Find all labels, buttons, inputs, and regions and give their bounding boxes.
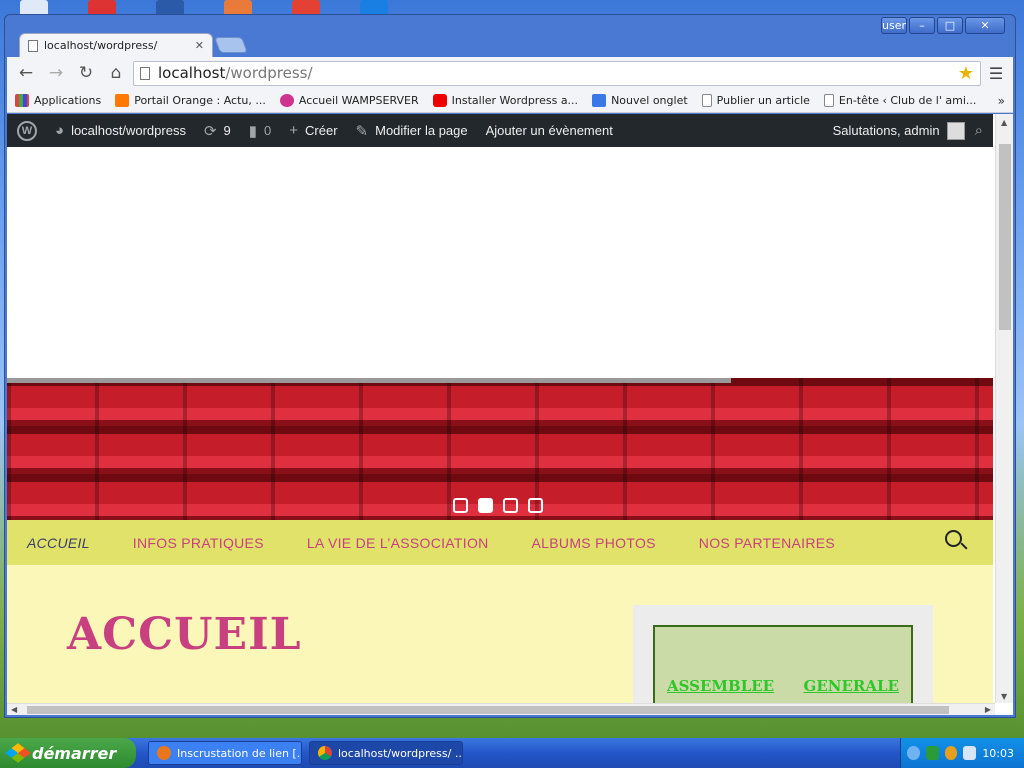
nav-item-partenaires[interactable]: NOS PARTENAIRES xyxy=(699,535,835,551)
nav-item-albums-photos[interactable]: ALBUMS PHOTOS xyxy=(532,535,656,551)
desktop-shortcut-icon[interactable] xyxy=(20,0,48,14)
orange-icon xyxy=(115,94,130,107)
slider-dot-active[interactable] xyxy=(478,498,493,513)
wordpress-logo-icon: W xyxy=(17,120,37,141)
desktop-shortcut-icon[interactable] xyxy=(156,0,184,14)
nav-item-accueil[interactable]: ACCUEIL xyxy=(27,535,90,551)
bookmark-installer-wordpress[interactable]: Installer Wordpress a... xyxy=(432,94,578,107)
apps-grid-icon xyxy=(15,94,29,107)
show-hidden-icons-icon[interactable] xyxy=(907,746,920,760)
dashboard-icon: ◕ xyxy=(55,122,65,139)
tray-app-icon[interactable] xyxy=(944,746,958,760)
slider-dot[interactable] xyxy=(528,498,543,513)
tab-title: localhost/wordpress/ xyxy=(44,39,158,52)
desktop-shortcut-icon[interactable] xyxy=(292,0,320,14)
page-icon xyxy=(28,39,38,52)
taskbar-item-chrome[interactable]: localhost/wordpress/ ... xyxy=(309,741,463,765)
page-content: ACCUEIL ASSEMBLEE GENERALE xyxy=(7,565,993,715)
bookmark-portail-orange[interactable]: Portail Orange : Actu, ... xyxy=(115,94,266,107)
bookmark-wampserver[interactable]: Accueil WAMPSERVER xyxy=(279,94,419,107)
page-title: ACCUEIL xyxy=(67,609,302,660)
nav-item-infos-pratiques[interactable]: INFOS PRATIQUES xyxy=(133,535,264,551)
sidebar-widget: ASSEMBLEE GENERALE xyxy=(653,625,913,715)
menu-icon[interactable]: ☰ xyxy=(985,64,1007,83)
clock[interactable]: 10:03 xyxy=(982,747,1014,760)
network-icon[interactable] xyxy=(963,746,977,760)
vertical-scroll-thumb[interactable] xyxy=(999,144,1011,330)
edit-page-link[interactable]: ✎ Modifier la page xyxy=(356,122,468,140)
new-tab-button[interactable] xyxy=(214,37,248,53)
tray-app-icon[interactable] xyxy=(925,746,939,760)
slider-progress-bar xyxy=(7,378,731,383)
main-navigation: ACCUEIL INFOS PRATIQUES LA VIE DE L’ASSO… xyxy=(7,520,993,565)
scroll-right-arrow-icon[interactable]: ▶ xyxy=(985,705,991,714)
chrome-window: user – □ ✕ localhost/wordpress/ ✕ ← → ↻ … xyxy=(4,14,1016,718)
tab-localhost[interactable]: localhost/wordpress/ ✕ xyxy=(19,33,213,57)
horizontal-scroll-thumb[interactable] xyxy=(27,706,949,714)
bookmarks-bar: Applications Portail Orange : Actu, ... … xyxy=(7,89,1013,113)
wp-admin-bar: W ◕ localhost/wordpress ⟳ 9 ▮ 0 + Créer ✎ Mod… xyxy=(7,114,993,147)
search-icon[interactable]: ⌕ xyxy=(975,122,983,139)
start-button[interactable]: démarrer xyxy=(0,738,136,768)
youtube-icon xyxy=(432,94,447,107)
bookmark-en-tete[interactable]: En-tête ‹ Club de l' ami... xyxy=(823,94,976,107)
home-icon[interactable]: ⌂ xyxy=(103,61,129,85)
windows-taskbar: démarrer Inscrustation de lien [... loca… xyxy=(0,738,1024,768)
create-new-link[interactable]: + Créer xyxy=(289,122,337,139)
bookmark-applications[interactable]: Applications xyxy=(15,94,101,107)
desktop-shortcut-icon[interactable] xyxy=(224,0,252,14)
taskbar-item-firefox[interactable]: Inscrustation de lien [... xyxy=(148,741,302,765)
windows-flag-icon xyxy=(5,743,31,763)
chrome-icon xyxy=(318,746,332,760)
nav-item-vie-association[interactable]: LA VIE DE L’ASSOCIATION xyxy=(307,535,489,551)
page-viewport: W ◕ localhost/wordpress ⟳ 9 ▮ 0 + Créer ✎ Mod… xyxy=(7,114,1013,715)
wp-logo-menu[interactable]: W xyxy=(17,120,37,141)
page-icon xyxy=(701,94,712,107)
desktop-shortcut-icon[interactable] xyxy=(88,0,116,14)
bookmark-nouvel-onglet[interactable]: Nouvel onglet xyxy=(592,94,688,107)
plus-icon: + xyxy=(289,122,299,139)
widget-title-link[interactable]: ASSEMBLEE GENERALE xyxy=(667,677,899,695)
firefox-icon xyxy=(157,746,171,760)
comments-link[interactable]: ▮ 0 xyxy=(249,122,272,140)
wamp-icon xyxy=(279,94,294,107)
slider-dots xyxy=(453,498,543,513)
search-icon[interactable] xyxy=(945,530,968,552)
reload-icon[interactable]: ↻ xyxy=(73,61,99,85)
site-name-link[interactable]: ◕ localhost/wordpress xyxy=(55,122,186,139)
horizontal-scrollbar[interactable]: ◀ ▶ xyxy=(7,703,995,715)
page-icon xyxy=(140,66,150,80)
scroll-up-arrow-icon[interactable]: ▲ xyxy=(1001,118,1007,127)
updates-icon: ⟳ xyxy=(203,122,217,140)
scroll-down-arrow-icon[interactable]: ▼ xyxy=(1001,692,1007,701)
forward-arrow-icon[interactable]: → xyxy=(43,61,69,85)
page-icon xyxy=(823,94,834,107)
bookmark-star-icon[interactable]: ★ xyxy=(958,63,974,84)
updates-link[interactable]: ⟳ 9 xyxy=(204,122,231,140)
avatar xyxy=(946,121,965,140)
slider-dot[interactable] xyxy=(453,498,468,513)
vertical-scrollbar[interactable]: ▲ ▼ xyxy=(995,114,1013,703)
site-header xyxy=(7,147,993,378)
add-event-link[interactable]: Ajouter un évènement xyxy=(486,123,613,138)
slider-dot[interactable] xyxy=(503,498,518,513)
system-tray: 10:03 xyxy=(900,738,1024,768)
browser-toolbar: ← → ↻ ⌂ localhost/wordpress/ ★ ☰ xyxy=(7,57,1013,89)
desktop-shortcut-icon[interactable] xyxy=(360,0,388,14)
back-arrow-icon[interactable]: ← xyxy=(13,61,39,85)
url-text[interactable]: localhost/wordpress/ xyxy=(158,64,950,82)
pencil-icon: ✎ xyxy=(355,122,369,140)
sidebar: ASSEMBLEE GENERALE xyxy=(633,605,933,715)
header-slider xyxy=(7,378,993,520)
scroll-left-arrow-icon[interactable]: ◀ xyxy=(11,705,17,714)
tab-strip: localhost/wordpress/ ✕ xyxy=(5,29,1015,57)
comment-bubble-icon: ▮ xyxy=(248,122,258,140)
more-bookmarks-icon[interactable]: » xyxy=(998,94,1005,108)
bookmark-publier-article[interactable]: Publier un article xyxy=(701,94,810,107)
address-bar[interactable]: localhost/wordpress/ ★ xyxy=(133,60,981,86)
account-menu[interactable]: Salutations, admin xyxy=(833,121,965,140)
google-icon xyxy=(592,94,607,107)
close-tab-icon[interactable]: ✕ xyxy=(195,39,204,52)
